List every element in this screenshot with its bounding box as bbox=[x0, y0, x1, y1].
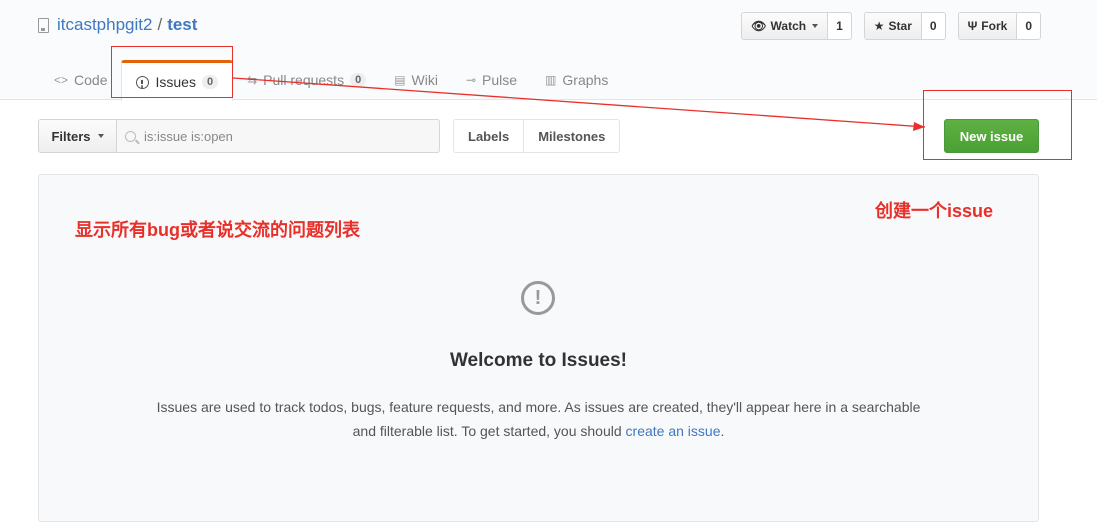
labels-milestones-group: Labels Milestones bbox=[453, 119, 621, 153]
issues-tab-highlight-box bbox=[111, 46, 233, 98]
tab-code-label: Code bbox=[74, 72, 108, 88]
caret-down-icon bbox=[812, 24, 819, 28]
star-button[interactable]: ★ Star bbox=[864, 13, 922, 39]
search-icon bbox=[125, 130, 136, 142]
caret-down-icon bbox=[97, 134, 104, 138]
blankslate-desc-line1: Issues are used to track todos, bugs, fe… bbox=[156, 399, 921, 415]
tab-graphs-label: Graphs bbox=[562, 72, 609, 88]
tab-pulse-label: Pulse bbox=[482, 72, 518, 88]
blankslate-description: Issues are used to track todos, bugs, fe… bbox=[39, 395, 1038, 443]
watch-button[interactable]: 👁 Watch bbox=[742, 13, 829, 39]
create-issue-link[interactable]: create an issue bbox=[626, 423, 721, 439]
fork-action: Ψ Fork 0 bbox=[957, 12, 1041, 40]
blankslate-title: Welcome to Issues! bbox=[449, 350, 628, 371]
page-head-actions: 👁 Watch 1 ★ Star 0 Ψ Fork 0 bbox=[741, 12, 1041, 40]
star-action: ★ Star 0 bbox=[863, 12, 946, 40]
issues-search-input[interactable] bbox=[144, 128, 424, 144]
graph-icon: ▥ bbox=[545, 73, 557, 87]
tab-pull-requests[interactable]: ⇆ Pull requests 0 bbox=[233, 60, 380, 100]
filters-label: Filters bbox=[51, 128, 91, 144]
tab-wiki-label: Wiki bbox=[411, 72, 438, 88]
star-count[interactable]: 0 bbox=[922, 13, 945, 39]
tab-pulse[interactable]: ⊸ Pulse bbox=[452, 60, 531, 100]
labels-button[interactable]: Labels bbox=[454, 120, 523, 152]
milestones-button[interactable]: Milestones bbox=[523, 120, 619, 152]
fork-label: Fork bbox=[981, 19, 1008, 33]
code-icon: <> bbox=[54, 73, 69, 87]
pulse-icon: ⊸ bbox=[465, 73, 477, 87]
repo-title: itcastphpgit2 / test bbox=[38, 15, 197, 35]
fork-icon: Ψ bbox=[967, 19, 978, 33]
create-issue-annotation: 创建一个issue bbox=[875, 201, 994, 221]
pull-requests-counter: 0 bbox=[350, 73, 367, 87]
blankslate-desc-line2: and filterable list. To get started, you… bbox=[39, 419, 1038, 443]
eye-icon: 👁 bbox=[751, 19, 767, 33]
alert-icon: ! bbox=[521, 281, 555, 315]
tab-wiki[interactable]: ▤ Wiki bbox=[380, 60, 452, 100]
desc-line2-suffix: . bbox=[720, 423, 725, 439]
issues-subnav: Filters bbox=[38, 119, 440, 153]
book-icon: ▤ bbox=[394, 73, 406, 87]
tab-code[interactable]: <> Code bbox=[40, 60, 121, 100]
new-issue-highlight-box bbox=[923, 90, 1072, 160]
fork-count[interactable]: 0 bbox=[1017, 13, 1040, 39]
repo-icon bbox=[38, 17, 49, 33]
repo-path-separator: / bbox=[157, 15, 163, 34]
watch-label: Watch bbox=[770, 19, 807, 33]
fork-button[interactable]: Ψ Fork bbox=[958, 13, 1018, 39]
issues-search bbox=[117, 119, 440, 153]
tab-graphs[interactable]: ▥ Graphs bbox=[531, 60, 622, 100]
watch-count[interactable]: 1 bbox=[828, 13, 851, 39]
repo-name-link[interactable]: test bbox=[167, 15, 197, 35]
issue-list-annotation: 显示所有bug或者说交流的问题列表 bbox=[75, 220, 360, 240]
repo-owner-link[interactable]: itcastphpgit2 bbox=[57, 15, 152, 35]
pull-request-icon: ⇆ bbox=[247, 73, 258, 87]
desc-line2-prefix: and filterable list. To get started, you… bbox=[352, 423, 626, 439]
tab-pull-requests-label: Pull requests bbox=[263, 72, 345, 88]
filters-button[interactable]: Filters bbox=[38, 119, 117, 153]
watch-action: 👁 Watch 1 bbox=[741, 12, 852, 40]
star-icon: ★ bbox=[873, 19, 885, 33]
star-label: Star bbox=[888, 19, 912, 33]
